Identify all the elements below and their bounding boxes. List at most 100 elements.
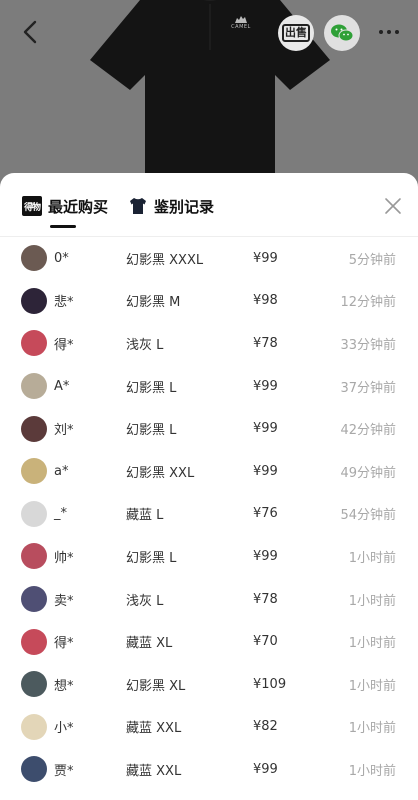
buyer-name: 想* [54,678,74,694]
price: ¥98 [253,293,278,309]
list-item: 帅* 幻影黑 L ¥99 1小时前 [0,535,418,578]
wechat-share-button[interactable] [324,15,360,51]
avatar [21,330,47,357]
sell-label: 出售 [282,24,310,42]
timestamp: 1小时前 [348,678,396,694]
chevron-left-icon [23,20,37,44]
timestamp: 1小时前 [348,721,396,737]
timestamp: 12分钟前 [340,295,396,311]
avatar [21,628,47,655]
avatar [21,500,47,527]
timestamp: 1小时前 [348,636,396,652]
product-spec: 浅灰 L [126,337,164,353]
price: ¥82 [253,719,278,735]
price: ¥109 [253,676,287,692]
timestamp: 1小时前 [348,593,396,609]
list-item: 0* 幻影黑 XXXL ¥99 5分钟前 [0,237,418,280]
price: ¥99 [253,463,278,479]
buyer-name: 0* [54,250,69,266]
tab-label: 最近购买 [48,197,109,216]
dewu-logo-icon: 得物 [22,196,42,216]
avatar [21,245,47,272]
tab-authentication-records[interactable]: 鉴别记录 [128,193,214,219]
list-item: 卖* 浅灰 L ¥78 1小时前 [0,578,418,621]
buyer-name: 帅* [54,550,74,566]
buyer-name: 贾* [54,763,74,779]
avatar [21,415,47,442]
buyer-name: 小* [54,721,74,737]
timestamp: 1小时前 [348,550,396,566]
product-spec: 藏蓝 XXL [126,763,182,779]
tab-recent-purchases[interactable]: 得物 最近购买 [22,193,108,219]
avatar [21,756,47,783]
avatar [21,713,47,740]
active-tab-indicator [50,225,76,228]
buyer-name: 卖* [54,593,74,609]
top-bar: 出售 [0,0,418,64]
sell-button[interactable]: 出售 [278,15,314,51]
buyer-name: 悲* [54,295,74,311]
avatar [21,671,47,698]
price: ¥99 [253,761,278,777]
list-item: 想* 幻影黑 XL ¥109 1小时前 [0,663,418,706]
timestamp: 37分钟前 [340,380,396,396]
tshirt-icon [128,196,148,216]
price: ¥78 [253,591,278,607]
product-spec: 幻影黑 XXXL [126,252,204,268]
timestamp: 54分钟前 [340,508,396,524]
purchase-records-sheet: 得物 最近购买 鉴别记录 0* 幻影黑 XXXL ¥99 5分钟前 悲* 幻影黑… [0,173,418,800]
close-button[interactable] [380,193,406,219]
product-spec: 幻影黑 M [126,295,181,311]
list-item: 贾* 藏蓝 XXL ¥99 1小时前 [0,748,418,791]
list-item: 得* 浅灰 L ¥78 33分钟前 [0,322,418,365]
timestamp: 42分钟前 [340,423,396,439]
buyer-name: 刘* [54,423,74,439]
price: ¥99 [253,548,278,564]
product-spec: 幻影黑 L [126,380,177,396]
list-item: 小* 藏蓝 XXL ¥82 1小时前 [0,706,418,749]
product-spec: 幻影黑 XXL [126,465,195,481]
buyer-name: 得* [54,636,74,652]
product-spec: 幻影黑 L [126,423,177,439]
timestamp: 5分钟前 [348,252,396,268]
close-icon [385,198,401,214]
buyer-name: a* [54,463,69,479]
product-spec: 藏蓝 XL [126,636,173,652]
avatar [21,458,47,485]
list-item: 刘* 幻影黑 L ¥99 42分钟前 [0,407,418,450]
list-item: 悲* 幻影黑 M ¥98 12分钟前 [0,280,418,323]
product-spec: 藏蓝 L [126,508,164,524]
price: ¥99 [253,421,278,437]
more-dot-icon [379,30,383,34]
sheet-header: 得物 最近购买 鉴别记录 [0,173,418,237]
wechat-icon [331,24,354,42]
list-item: a* 幻影黑 XXL ¥99 49分钟前 [0,450,418,493]
price: ¥99 [253,378,278,394]
price: ¥70 [253,634,278,650]
more-dot-icon [395,30,399,34]
purchase-list: 0* 幻影黑 XXXL ¥99 5分钟前 悲* 幻影黑 M ¥98 12分钟前 … [0,237,418,791]
timestamp: 1小时前 [348,763,396,779]
price: ¥78 [253,335,278,351]
avatar [21,543,47,570]
buyer-name: A* [54,378,70,394]
price: ¥76 [253,506,278,522]
avatar [21,373,47,400]
list-item: _* 藏蓝 L ¥76 54分钟前 [0,493,418,536]
back-button[interactable] [16,18,44,46]
timestamp: 49分钟前 [340,465,396,481]
product-spec: 幻影黑 L [126,550,177,566]
avatar [21,287,47,314]
product-spec: 浅灰 L [126,593,164,609]
product-spec: 藏蓝 XXL [126,721,182,737]
buyer-name: _* [54,506,67,522]
product-spec: 幻影黑 XL [126,678,186,694]
more-dot-icon [387,30,391,34]
timestamp: 33分钟前 [340,337,396,353]
buyer-name: 得* [54,337,74,353]
price: ¥99 [253,250,278,266]
tab-label: 鉴别记录 [154,197,215,216]
list-item: A* 幻影黑 L ¥99 37分钟前 [0,365,418,408]
avatar [21,586,47,613]
more-button[interactable] [374,20,404,44]
